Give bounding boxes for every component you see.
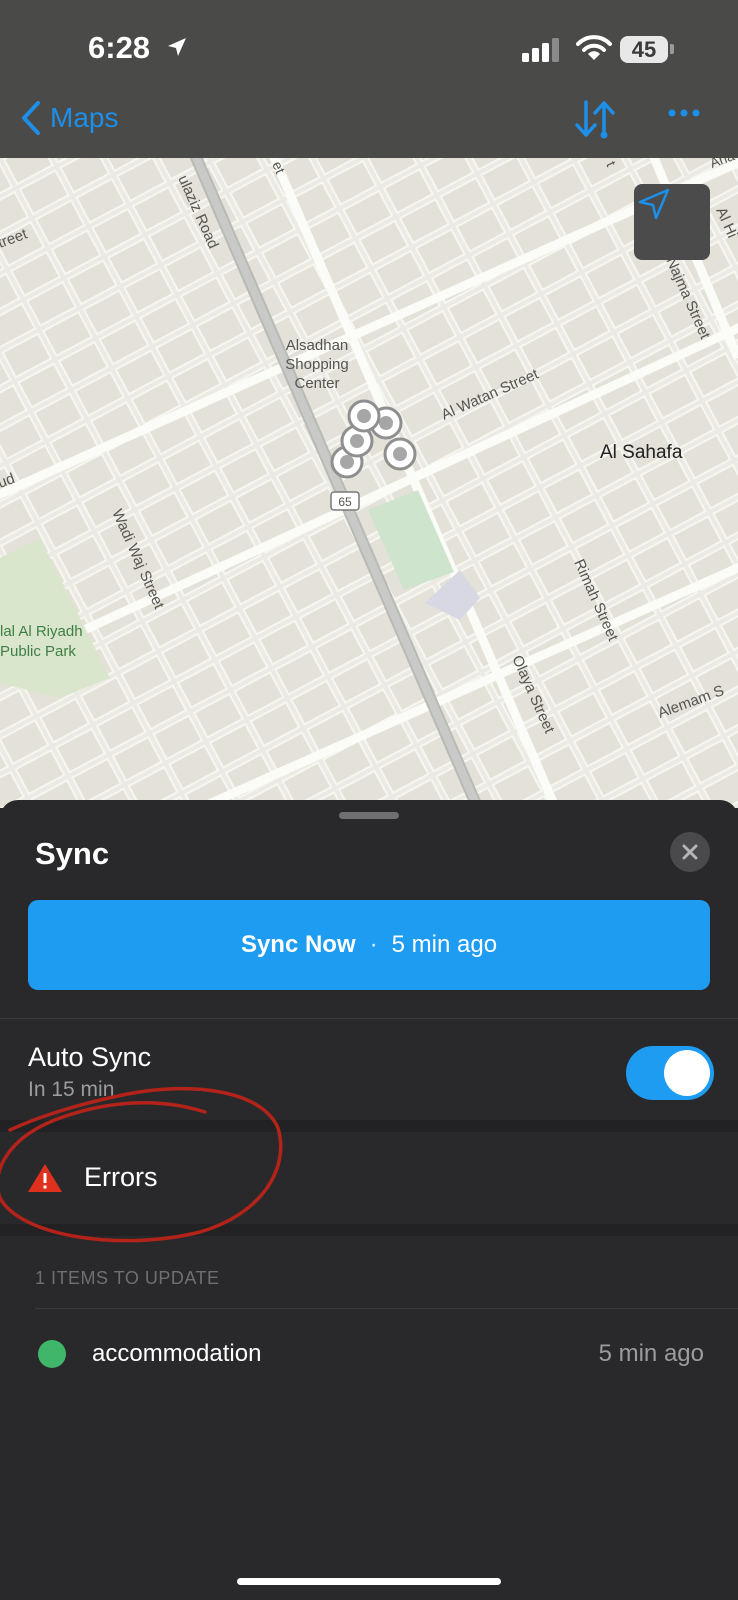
- item-name: accommodation: [92, 1340, 262, 1367]
- map-view[interactable]: 65 ulaziz Road treet Al Watan Street Naj…: [0, 158, 738, 808]
- map-label-park: Public Park: [0, 643, 76, 660]
- sync-now-button[interactable]: Sync Now · 5 min ago: [28, 900, 710, 990]
- map-canvas: 65 ulaziz Road treet Al Watan Street Naj…: [0, 158, 738, 808]
- errors-label: Errors: [84, 1162, 158, 1192]
- map-label-poi: Shopping: [285, 356, 348, 373]
- back-label: Maps: [50, 102, 119, 133]
- map-label-poi: Center: [294, 375, 339, 392]
- more-options-icon[interactable]: [668, 108, 700, 118]
- cellular-signal-icon: [522, 38, 559, 62]
- top-bar: 6:28 45 Maps: [0, 0, 738, 158]
- chevron-left-icon: [22, 101, 40, 135]
- warning-icon: [28, 1164, 62, 1192]
- map-label-district: Al Sahafa: [600, 442, 683, 463]
- items-section-header: 1 ITEMS TO UPDATE: [35, 1268, 220, 1288]
- locate-me-button[interactable]: [634, 184, 710, 260]
- toggle-knob: [664, 1050, 710, 1096]
- sheet-grabber[interactable]: [339, 812, 399, 819]
- map-label-poi: Alsadhan: [286, 337, 349, 354]
- highway-number: 65: [338, 495, 352, 509]
- map-label-park: lal Al Riyadh: [0, 623, 83, 640]
- location-arrow-icon: [168, 38, 186, 56]
- sync-sheet: Sync Sync Now · 5 min ago Auto Sync In 1…: [0, 800, 738, 1600]
- map-marker[interactable]: [383, 437, 417, 471]
- status-dot: [38, 1340, 66, 1368]
- battery-indicator: 45: [620, 36, 668, 63]
- section-gap: [0, 1224, 738, 1236]
- wifi-icon: [576, 35, 612, 60]
- location-arrow-outline-icon: [638, 188, 670, 220]
- section-gap: [0, 1120, 738, 1132]
- list-item[interactable]: accommodation 5 min ago: [0, 1308, 738, 1398]
- item-time: 5 min ago: [598, 1340, 704, 1367]
- errors-row[interactable]: Errors: [0, 1132, 738, 1224]
- sort-arrows-icon[interactable]: [574, 98, 618, 140]
- battery-cap: [670, 44, 674, 54]
- status-time: 6:28: [88, 30, 151, 65]
- close-icon: [682, 844, 698, 860]
- home-indicator[interactable]: [237, 1578, 501, 1585]
- last-sync-time: 5 min ago: [391, 931, 498, 958]
- sync-now-label: Sync Now: [240, 931, 356, 958]
- auto-sync-title: Auto Sync: [28, 1042, 152, 1072]
- divider: [0, 1018, 738, 1019]
- auto-sync-subtitle: In 15 min: [28, 1078, 115, 1101]
- sheet-title: Sync: [35, 836, 110, 871]
- close-button[interactable]: [670, 832, 710, 872]
- sync-separator: ·: [369, 931, 378, 958]
- map-marker[interactable]: [347, 399, 381, 433]
- back-button[interactable]: Maps: [20, 100, 118, 136]
- auto-sync-toggle[interactable]: [626, 1046, 714, 1100]
